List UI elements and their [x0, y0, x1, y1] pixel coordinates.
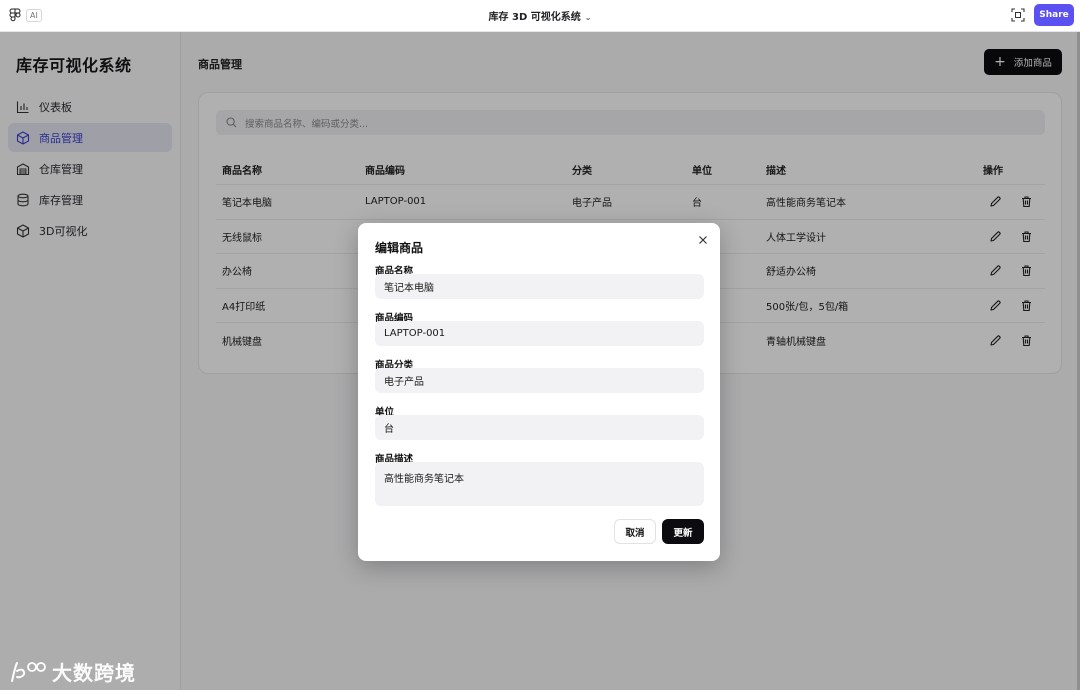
description-field[interactable]: 高性能商务笔记本: [375, 462, 704, 506]
share-button[interactable]: Share: [1034, 4, 1074, 26]
watermark-text: 大数跨境: [52, 661, 136, 685]
name-field[interactable]: 笔记本电脑: [375, 274, 704, 299]
top-bar: AI 库存 3D 可视化系统 ⌄ Share: [0, 0, 1080, 32]
update-button[interactable]: 更新: [662, 519, 704, 544]
unit-field[interactable]: 台: [375, 415, 704, 440]
code-field[interactable]: LAPTOP-001: [375, 321, 704, 346]
watermark-logo-icon: [8, 659, 48, 685]
chevron-down-icon: ⌄: [584, 13, 592, 22]
edit-product-dialog: 编辑商品 商品名称 笔记本电脑 商品编码 LAPTOP-001 商品分类 电子产…: [358, 223, 720, 561]
close-icon[interactable]: [698, 235, 708, 245]
document-title[interactable]: 库存 3D 可视化系统 ⌄: [0, 8, 1080, 23]
document-title-text: 库存 3D 可视化系统: [488, 12, 581, 23]
dialog-title: 编辑商品: [375, 241, 424, 255]
scan-icon[interactable]: [1011, 8, 1025, 22]
category-field[interactable]: 电子产品: [375, 368, 704, 393]
watermark: 大数跨境: [8, 657, 136, 686]
cancel-button[interactable]: 取消: [614, 519, 656, 544]
